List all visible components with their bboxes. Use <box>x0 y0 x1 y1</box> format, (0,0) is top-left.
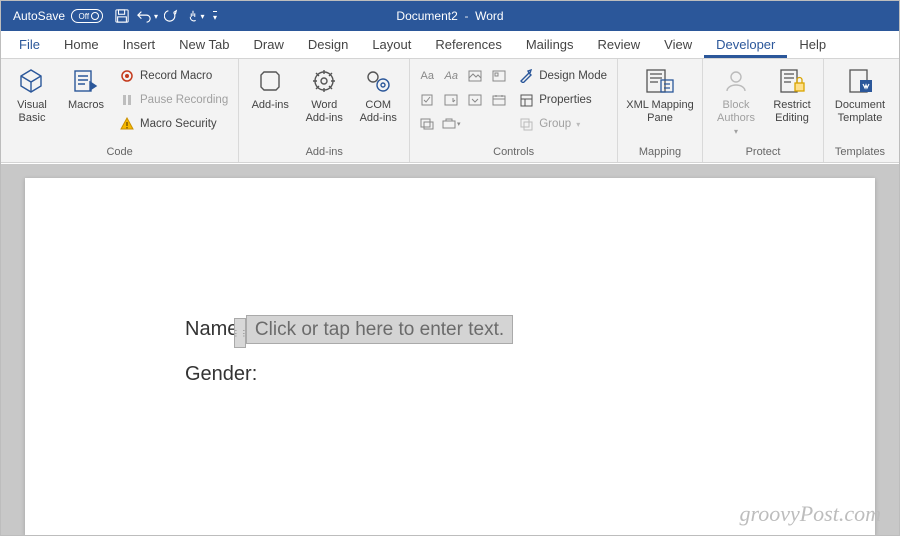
ribbon-tabs: File Home Insert New Tab Draw Design Lay… <box>1 31 899 59</box>
properties-button[interactable]: Properties <box>514 89 611 111</box>
record-macro-icon <box>119 68 135 84</box>
legacy-tools-icon[interactable]: ▾ <box>440 113 462 135</box>
pause-recording-button: Pause Recording <box>115 89 232 111</box>
touch-mode-button[interactable]: ▾ <box>184 4 206 28</box>
picture-control-icon[interactable] <box>464 65 486 87</box>
tab-design[interactable]: Design <box>296 31 360 58</box>
block-authors-button: Block Authors▾ <box>709 61 763 137</box>
group-icon <box>518 116 534 132</box>
tab-home[interactable]: Home <box>52 31 111 58</box>
addins-icon <box>254 65 286 97</box>
name-line: Name: ⋮⋮ Click or tap here to enter text… <box>185 318 875 341</box>
visual-basic-button[interactable]: Visual Basic <box>7 61 57 125</box>
warning-icon <box>119 116 135 132</box>
tab-review[interactable]: Review <box>586 31 653 58</box>
addins-button[interactable]: Add-ins <box>245 61 295 112</box>
watermark: groovyPost.com <box>739 501 881 527</box>
date-control-icon[interactable] <box>488 89 510 111</box>
qat-customize-button[interactable]: ▾ <box>208 4 222 28</box>
group-protect-label: Protect <box>709 144 817 162</box>
design-mode-button[interactable]: Design Mode <box>514 65 611 87</box>
xml-mapping-icon <box>644 65 676 97</box>
restrict-editing-button[interactable]: Restrict Editing <box>767 61 817 125</box>
dropdown-control-icon[interactable] <box>464 89 486 111</box>
rich-text-control-icon[interactable]: Aa <box>416 65 438 87</box>
group-addins-label: Add-ins <box>245 144 403 162</box>
macros-icon <box>70 65 102 97</box>
tab-insert[interactable]: Insert <box>111 31 168 58</box>
tab-layout[interactable]: Layout <box>360 31 423 58</box>
content-control-handle-icon[interactable]: ⋮⋮ <box>234 318 246 348</box>
tab-newtab[interactable]: New Tab <box>167 31 241 58</box>
document-area[interactable]: Name: ⋮⋮ Click or tap here to enter text… <box>1 164 899 535</box>
tab-file[interactable]: File <box>7 31 52 58</box>
tab-draw[interactable]: Draw <box>242 31 296 58</box>
group-controls: Aa Aa ▾ Design <box>410 59 618 162</box>
xml-mapping-button[interactable]: XML Mapping Pane <box>624 61 696 125</box>
tab-references[interactable]: References <box>423 31 513 58</box>
group-code: Visual Basic Macros Record Macro Pause R… <box>1 59 239 162</box>
visual-basic-icon <box>16 65 48 97</box>
autosave-switch[interactable]: Off <box>71 9 103 23</box>
undo-button[interactable]: ▾ <box>135 4 158 28</box>
building-block-control-icon[interactable] <box>488 65 510 87</box>
group-templates: Document Template Templates <box>824 59 896 162</box>
autosave-label: AutoSave <box>13 9 65 23</box>
repeating-control-icon[interactable] <box>416 113 438 135</box>
tab-developer[interactable]: Developer <box>704 31 787 58</box>
window-title: Document2 - Word <box>396 9 503 23</box>
word-addins-button[interactable]: Word Add-ins <box>299 61 349 125</box>
macros-button[interactable]: Macros <box>61 61 111 112</box>
group-code-label: Code <box>7 144 232 162</box>
word-addins-icon <box>308 65 340 97</box>
combo-box-control-icon[interactable] <box>440 89 462 111</box>
quick-access-toolbar: AutoSave Off ▾ ▾ ▾ <box>1 4 222 28</box>
group-templates-label: Templates <box>830 144 890 162</box>
autosave-toggle[interactable]: AutoSave Off <box>7 4 109 28</box>
document-page[interactable]: Name: ⋮⋮ Click or tap here to enter text… <box>25 178 875 535</box>
ribbon: Visual Basic Macros Record Macro Pause R… <box>1 59 899 163</box>
com-addins-button[interactable]: COM Add-ins <box>353 61 403 125</box>
tab-help[interactable]: Help <box>787 31 838 58</box>
tab-mailings[interactable]: Mailings <box>514 31 586 58</box>
tab-view[interactable]: View <box>652 31 704 58</box>
design-mode-icon <box>518 68 534 84</box>
gender-label: Gender: <box>185 363 257 386</box>
document-template-icon <box>844 65 876 97</box>
document-template-button[interactable]: Document Template <box>830 61 890 125</box>
group-protect: Block Authors▾ Restrict Editing Protect <box>703 59 824 162</box>
restrict-editing-icon <box>776 65 808 97</box>
save-button[interactable] <box>111 4 133 28</box>
group-button: Group ▾ <box>514 113 611 135</box>
text-content-control[interactable]: ⋮⋮ Click or tap here to enter text. <box>246 318 513 341</box>
properties-icon <box>518 92 534 108</box>
group-mapping-label: Mapping <box>624 144 696 162</box>
redo-button[interactable] <box>160 4 182 28</box>
macro-security-button[interactable]: Macro Security <box>115 113 232 135</box>
group-addins: Add-ins Word Add-ins COM Add-ins Add-ins <box>239 59 410 162</box>
title-bar: AutoSave Off ▾ ▾ ▾ Document2 - Word <box>1 1 899 31</box>
content-control-placeholder[interactable]: Click or tap here to enter text. <box>246 315 513 344</box>
block-authors-icon <box>720 65 752 97</box>
toggle-dot-icon <box>91 12 99 20</box>
gender-line: Gender: <box>185 363 875 386</box>
checkbox-control-icon[interactable] <box>416 89 438 111</box>
pause-icon <box>119 92 135 108</box>
plain-text-control-icon[interactable]: Aa <box>440 65 462 87</box>
control-gallery: Aa Aa ▾ <box>416 61 510 135</box>
com-addins-icon <box>362 65 394 97</box>
group-controls-label: Controls <box>416 144 611 162</box>
group-mapping: XML Mapping Pane Mapping <box>618 59 703 162</box>
record-macro-button[interactable]: Record Macro <box>115 65 232 87</box>
